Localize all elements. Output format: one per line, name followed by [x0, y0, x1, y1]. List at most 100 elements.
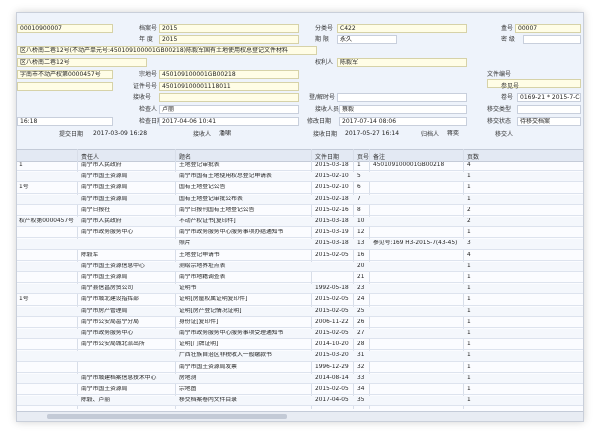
field-status[interactable]: 待移交档案	[517, 117, 581, 126]
cell-page: 32	[357, 363, 365, 370]
field-period[interactable]: 永久	[337, 35, 397, 44]
cell-date: 1996-12-29	[315, 363, 349, 370]
cell-page: 31	[357, 352, 365, 359]
cell-count: 2	[467, 218, 471, 224]
table-row[interactable]: 陈毅军 土地登记申请书 2015-02-05 16 4	[17, 251, 583, 261]
cell-responsible: 南宁市政务服务中心	[81, 330, 134, 336]
field-mover[interactable]	[519, 130, 579, 139]
field-year[interactable]: 2015	[159, 35, 299, 44]
table-row[interactable]: 1号 南宁市城北建设指挥部 证明[房屋权属证明复印件] 2015-02-05 24 1	[17, 295, 583, 306]
field-box[interactable]: 00007	[515, 24, 581, 33]
table-row[interactable]: 南宁市政务服务中心 南宁市政务服务中心服务事项办结通知书 2015-03-19 12 1	[17, 228, 583, 239]
scrollbar-thumb[interactable]	[47, 414, 287, 419]
field-time1[interactable]: 16:18	[17, 117, 113, 126]
field-recvperson[interactable]: 潘啸	[217, 130, 267, 139]
label-reg: 登/解时号	[309, 94, 336, 101]
table-row[interactable]: 广西壮族自治区非税收入一般缴款书 2015-03-20 31 1	[17, 351, 583, 362]
field-cert[interactable]: 字南市不动产权第0000457号	[17, 70, 113, 79]
field-checker[interactable]: 卢丽	[159, 105, 299, 114]
cell-responsible: 南宁市国土资源局	[81, 173, 128, 180]
field-recvdate[interactable]: 2017-05-27 16:14	[343, 130, 413, 139]
field-title[interactable]: 区八桥南二巷12号(不动产单元号:450109100001GB00218)陈毅军…	[17, 46, 317, 55]
table-row[interactable]: 权产权第0000457号 南宁市人民政府 不动产权证书[复印件] 2015-03-18…	[17, 217, 583, 228]
field-receiver[interactable]	[159, 93, 299, 102]
cell-page: 6	[357, 184, 361, 191]
table-row[interactable]: 南宁市国土资源局 南宁市国有土地使用权总登记申请表 2015-02-10 5 1	[17, 172, 583, 183]
label-transfer: 移交类型	[487, 106, 512, 113]
label-secret: 密 级	[501, 36, 515, 43]
cell-title: 国有土地登记审批公布表	[179, 195, 243, 202]
cell-page: 34	[357, 386, 365, 392]
label-submit: 提交日期	[59, 131, 84, 138]
cell-count: 3	[467, 240, 471, 247]
field-code[interactable]: 00010900007	[17, 24, 113, 33]
field-checkdate[interactable]: 2017-04-06 10:41	[159, 117, 299, 126]
field-unit[interactable]: 450109100001118011	[159, 82, 299, 91]
field-moddate[interactable]: 2017-07-14 08:06	[339, 117, 467, 126]
table-row[interactable]: 南宁市城建档案信息技术中心 房地测 2014-08-14 33 1	[17, 373, 583, 385]
table-row[interactable]: 照片 2015-03-18 13 参见号:169 H3-2015-7(43-45) 3	[17, 239, 583, 250]
label-moddate: 修改日期	[307, 118, 332, 125]
field-vol[interactable]: 0169-21 * 2015-7-C42	[517, 93, 581, 102]
cell-page: 13	[357, 240, 365, 247]
table-row[interactable]: 南宁日报社 南宁日报刊国有土地登记公告 2015-02-16 8 2	[17, 206, 583, 217]
table-row[interactable]: 南宁县信昌房贸公司 证明书 1992-05-18 23 1	[17, 284, 583, 295]
table-row[interactable]: 南宁市国土资源信息中心 测绘宗地界址点表 20 1	[17, 261, 583, 273]
cell-count: 4	[467, 251, 471, 258]
cell-responsible: 南宁市国土资源局	[81, 184, 128, 191]
field-ref[interactable]: 2015	[159, 24, 299, 33]
field-owner[interactable]: 陈毅军	[337, 58, 467, 67]
cell-date: 2015-02-10	[315, 173, 349, 180]
cell-title: 土地登记申请书	[179, 251, 220, 258]
field-reg[interactable]	[337, 93, 467, 102]
col-header-responsible[interactable]: 责任人	[81, 152, 99, 161]
cell-count: 1	[467, 330, 471, 336]
cell-responsible: 南宁市公安局城北派出所	[81, 341, 145, 348]
field-address[interactable]: 区八桥南二巷12号	[17, 58, 147, 67]
field-filer[interactable]: 蒋奕	[445, 130, 485, 139]
table-row[interactable]: 南宁市国土资源局发票 1996-12-29 32 1	[17, 363, 583, 373]
cell-date: 2015-02-10	[315, 184, 349, 191]
table-row[interactable]: 南宁市房产管理局 证明[房产登记情况证明] 2015-02-05 25 1	[17, 306, 583, 317]
table-row[interactable]: 陈毅、卢丽 移交档案卷内文件目录 2017-04-05 35 1	[17, 396, 583, 407]
table-row[interactable]: 南宁市政务服务中心 南宁市政务服务中心服务事项受理通知书 2015-02-05 27 1	[17, 329, 583, 340]
cell-count: 1	[467, 262, 471, 269]
cell-count: 1	[467, 274, 471, 280]
cell-page: 1	[357, 162, 361, 168]
cell-date: 2017-04-05	[315, 397, 349, 404]
record-form: 00010900007 档案号 2015 分类号 C422 盒号 00007 年…	[17, 13, 583, 149]
label-filer: 归档人	[421, 131, 440, 138]
cell-date: 2014-10-20	[315, 341, 349, 348]
field-plot[interactable]: 450109100001GB00218	[159, 70, 299, 79]
cell-count: 1	[467, 285, 471, 292]
cell-title: 证明[房屋权属证明复印件]	[179, 296, 248, 303]
col-header-page[interactable]: 页号	[357, 152, 369, 161]
cell-responsible: 南宁市国土资源信息中心	[81, 262, 145, 269]
field-secret[interactable]	[523, 35, 581, 44]
col-header-count[interactable]: 页数	[467, 152, 479, 161]
cell-title: 南宁市政务服务中心服务事项办结通知书	[179, 229, 284, 236]
col-header-remark[interactable]: 备注	[373, 152, 385, 161]
table-row[interactable]: 1号 南宁市国土资源局 国有土地登记公告 2015-02-10 6 1	[17, 183, 583, 194]
label-year: 年 度	[139, 36, 153, 43]
table-row[interactable]: 南宁市公安局邕宁分局 身份证[复印件] 2006-11-22 26 1	[17, 318, 583, 329]
cell-page: 5	[357, 173, 361, 180]
col-header-title[interactable]: 题名	[179, 152, 191, 161]
col-header-date[interactable]: 文件日期	[315, 152, 339, 161]
cell-title: 移交档案卷内文件目录	[179, 397, 237, 404]
label-pages: 参见号	[501, 83, 520, 90]
cell-date: 2015-02-05	[315, 307, 349, 314]
field-class[interactable]: C422	[337, 24, 467, 33]
table-row[interactable]: 南宁市国土资源局 宗地图 2015-02-05 34 1	[17, 385, 583, 396]
table-row[interactable]: 南宁市公安局城北派出所 证明[门牌证明] 2014-10-20 28 1	[17, 340, 583, 351]
field-receipt[interactable]: 蔡毅	[339, 105, 467, 114]
horizontal-scrollbar[interactable]	[17, 411, 583, 421]
field-submit[interactable]: 2017-03-09 16:28	[91, 130, 161, 139]
table-row[interactable]: 南宁市国土资源局 南宁市地籍调查表 21 1	[17, 273, 583, 284]
table-row[interactable]: 南宁市国土资源局 国有土地登记审批公布表 2015-02-18 7 1	[17, 194, 583, 205]
cell-page: 25	[357, 307, 365, 314]
table-row[interactable]: 1 南宁市人民政府 土地登记审批表 2015-03-18 1 450109100001GB…	[17, 161, 583, 172]
cell-note: 权产权第0000457号	[19, 218, 74, 224]
field-blank-a[interactable]	[17, 82, 113, 91]
field-transfer[interactable]	[517, 105, 581, 114]
